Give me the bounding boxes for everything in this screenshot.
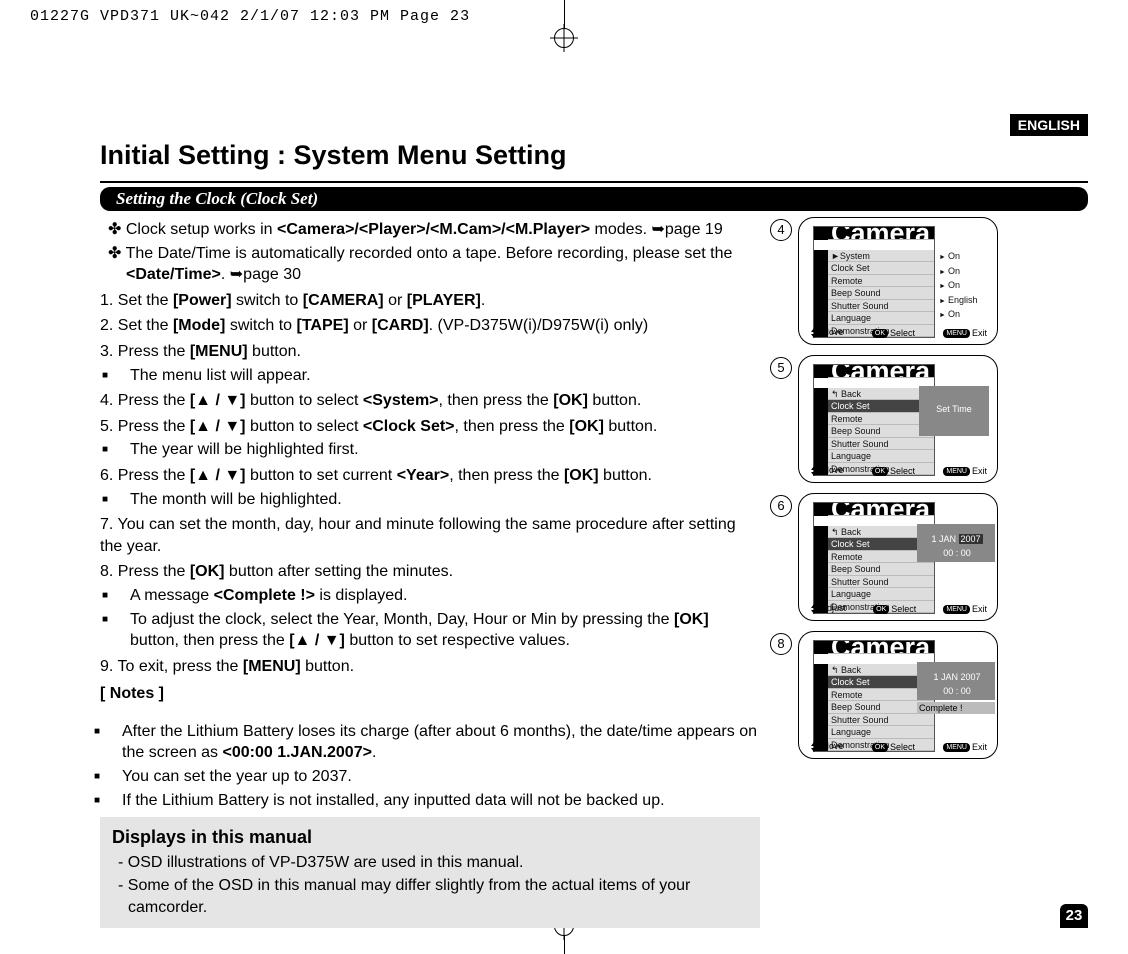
osd-screen-4: Camera Mode ►System Clock Set Remote Bee… xyxy=(798,217,998,345)
step-badge-8: 8 xyxy=(770,633,792,655)
updown-icon xyxy=(809,466,819,476)
step-badge-6: 6 xyxy=(770,495,792,517)
info-box-title: Displays in this manual xyxy=(112,825,748,849)
updown-icon xyxy=(809,742,819,752)
page-number: 23 xyxy=(1060,904,1088,928)
body-text: ✤ Clock setup works in <Camera>/<Player>… xyxy=(100,217,760,928)
registration-mark xyxy=(554,28,574,48)
osd-illustrations: 4 Camera Mode ►System Clock Set Remote B… xyxy=(770,217,1088,928)
updown-icon xyxy=(809,328,819,338)
divider xyxy=(100,181,1088,183)
osd-screen-5: Camera Mode ↰ Back Clock Set Remote Beep… xyxy=(798,355,998,483)
print-header: 01227G VPD371 UK~042 2/1/07 12:03 PM Pag… xyxy=(30,8,470,25)
step-badge-5: 5 xyxy=(770,357,792,379)
info-box: Displays in this manual - OSD illustrati… xyxy=(100,817,760,928)
page-title: Initial Setting : System Menu Setting xyxy=(100,140,1088,171)
section-subhead: Setting the Clock (Clock Set) xyxy=(100,187,1088,211)
osd-screen-8: Camera Mode ↰ Back Clock Set Remote Beep… xyxy=(798,631,998,759)
step-badge-4: 4 xyxy=(770,219,792,241)
notes-heading: [ Notes ] xyxy=(100,683,760,705)
osd-screen-6: Camera Mode ↰ Back Clock Set Remote Beep… xyxy=(798,493,998,621)
language-badge: ENGLISH xyxy=(1010,114,1088,136)
updown-icon xyxy=(809,604,819,614)
